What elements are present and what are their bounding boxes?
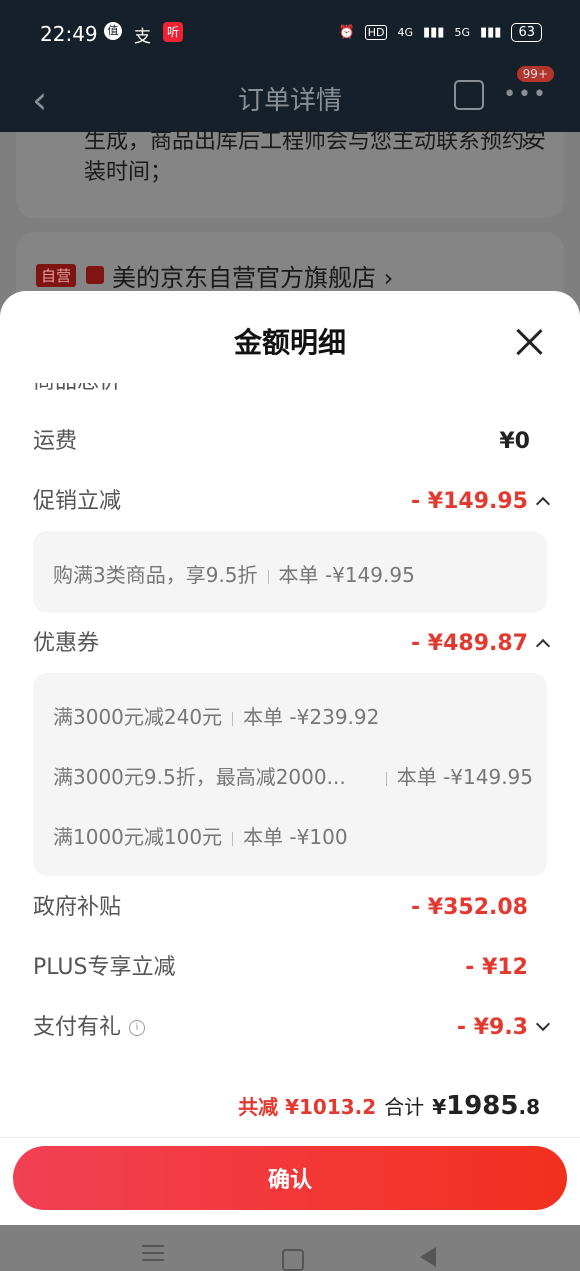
chevron-up-icon[interactable] — [535, 638, 551, 654]
gov-subsidy-value: - ¥352.08 — [411, 895, 528, 920]
total-decimal: .8 — [518, 1095, 540, 1119]
title-bar: ‹ 订单详情 ••• 99+ — [0, 66, 580, 132]
promo-value: - ¥149.95 — [411, 489, 528, 514]
promo-detail-amount: 本单 -¥149.95 — [278, 563, 415, 587]
divider — [232, 711, 234, 726]
coupon-detail-text: 满1000元减100元 — [53, 825, 223, 849]
total-discount: 共减 ¥1013.2 — [238, 1095, 377, 1119]
signal-4g-icon: 4G — [397, 26, 413, 39]
confirm-button[interactable]: 确认 — [13, 1146, 567, 1210]
info-icon[interactable]: i — [129, 1020, 146, 1036]
status-notification-icons: 值 支 听 — [104, 22, 183, 47]
coupon-detail-text: 满3000元9.5折，最高减2000... — [53, 765, 346, 789]
gov-subsidy-label: 政府补贴 — [33, 895, 122, 920]
pay-gift-row[interactable]: 支付有礼 i - ¥9.3 — [33, 1013, 551, 1043]
total-label: 合计 — [384, 1095, 425, 1119]
install-info-card: 生成，商品出库后工程师会与您主动联系预约安装时间； › — [16, 128, 564, 218]
signal-bars-icon: ▮▮▮ — [479, 25, 502, 40]
coupon-detail-line: 满3000元9.5折，最高减2000... 本单 -¥149.95 — [53, 761, 533, 790]
divider — [232, 831, 234, 846]
coupon-detail-amount: 本单 -¥100 — [243, 825, 348, 849]
coupon-detail-amount-wrap: 本单 -¥149.95 — [371, 761, 533, 790]
self-operated-tag: 自营 — [36, 264, 77, 287]
app-icon-1: 值 — [104, 22, 122, 40]
amount-list[interactable]: 商品总价 ¥2999 运费 ¥0 促销立减 - ¥149.95 购满3类商品，享… — [0, 383, 580, 1063]
hd-icon: HD — [364, 25, 388, 40]
store-name: 美的京东自营官方旗舰店 › — [112, 264, 394, 292]
alipay-icon: 支 — [134, 27, 151, 47]
home-icon[interactable] — [282, 1249, 304, 1271]
promo-detail-box: 购满3类商品，享9.5折 本单 -¥149.95 — [33, 531, 547, 613]
divider — [267, 569, 269, 584]
coupon-detail-amount: 本单 -¥149.95 — [396, 765, 533, 789]
status-time: 22:49 — [40, 22, 98, 46]
coupon-detail-line: 满3000元减240元 本单 -¥239.92 — [53, 701, 533, 730]
coupon-detail-box: 满3000元减240元 本单 -¥239.92 满3000元9.5折，最高减200… — [33, 673, 547, 876]
status-bar: 22:49 值 支 听 ⏰ HD 4G ▮▮▮ 5G ▮▮▮ 63 — [0, 0, 580, 70]
coupon-detail-line: 满1000元减100元 本单 -¥100 — [53, 821, 533, 850]
menu-icon[interactable] — [142, 1245, 164, 1266]
promo-detail-text: 购满3类商品，享9.5折 — [53, 563, 258, 587]
pay-gift-label: 支付有礼 — [33, 1015, 122, 1040]
chevron-up-icon[interactable] — [535, 496, 551, 512]
goods-total-row: 商品总价 ¥2999 — [33, 383, 528, 395]
goods-total-label: 商品总价 — [33, 383, 121, 395]
ting-app-icon: 听 — [163, 22, 183, 42]
plus-discount-row: PLUS专享立减 - ¥12 — [33, 953, 528, 983]
coupon-detail-amount: 本单 -¥239.92 — [243, 705, 380, 729]
close-icon[interactable] — [516, 329, 542, 355]
pay-gift-label-wrap: 支付有礼 i — [33, 1013, 146, 1043]
promo-row[interactable]: 促销立减 - ¥149.95 — [33, 487, 551, 517]
chevron-right-icon: › — [520, 128, 530, 156]
page-title: 订单详情 — [237, 86, 342, 116]
more-icon[interactable]: ••• — [503, 82, 548, 107]
plus-discount-label: PLUS专享立减 — [33, 955, 176, 980]
promo-label: 促销立减 — [33, 489, 122, 514]
signal-5g-icon: 5G — [454, 26, 470, 39]
shipping-row: 运费 ¥0 — [33, 427, 530, 457]
total-integer: 1985 — [446, 1091, 519, 1121]
shipping-label: 运费 — [33, 429, 78, 454]
store-icon — [86, 266, 104, 284]
alarm-icon: ⏰ — [338, 25, 355, 40]
total-currency: ¥ — [432, 1095, 447, 1119]
battery-icon: 63 — [511, 23, 542, 42]
signal-bars-icon: ▮▮▮ — [422, 25, 445, 40]
divider — [385, 771, 387, 786]
plus-discount-value: - ¥12 — [465, 955, 528, 980]
total-summary: 共减 ¥1013.2 合计 ¥1985.8 — [238, 1091, 540, 1121]
amount-detail-sheet: 金额明细 商品总价 ¥2999 运费 ¥0 促销立减 - ¥149.95 购满3… — [0, 291, 580, 1225]
coupon-value: - ¥489.87 — [411, 631, 528, 656]
footer-divider — [0, 1137, 580, 1138]
sheet-title: 金额明细 — [233, 326, 346, 359]
status-system-icons: ⏰ HD 4G ▮▮▮ 5G ▮▮▮ 63 — [339, 23, 542, 42]
coupon-row[interactable]: 优惠券 - ¥489.87 — [33, 629, 551, 659]
shipping-value: ¥0 — [499, 429, 530, 454]
install-info-text: 生成，商品出库后工程师会与您主动联系预约安装时间； — [84, 129, 547, 185]
promo-detail-line: 购满3类商品，享9.5折 本单 -¥149.95 — [53, 559, 533, 588]
total-amount: ¥1985.8 — [432, 1091, 540, 1121]
coupon-label: 优惠券 — [33, 631, 100, 656]
pay-gift-value: - ¥9.3 — [456, 1015, 528, 1040]
coupon-detail-text: 满3000元减240元 — [53, 705, 223, 729]
goods-total-value: ¥2999 — [451, 383, 528, 395]
chevron-down-icon[interactable] — [535, 1016, 551, 1032]
share-icon[interactable] — [454, 80, 484, 110]
message-badge: 99+ — [516, 66, 554, 82]
system-nav-bar — [0, 1225, 580, 1271]
gov-subsidy-row: 政府补贴 - ¥352.08 — [33, 893, 528, 923]
nav-back-icon[interactable] — [420, 1247, 436, 1267]
